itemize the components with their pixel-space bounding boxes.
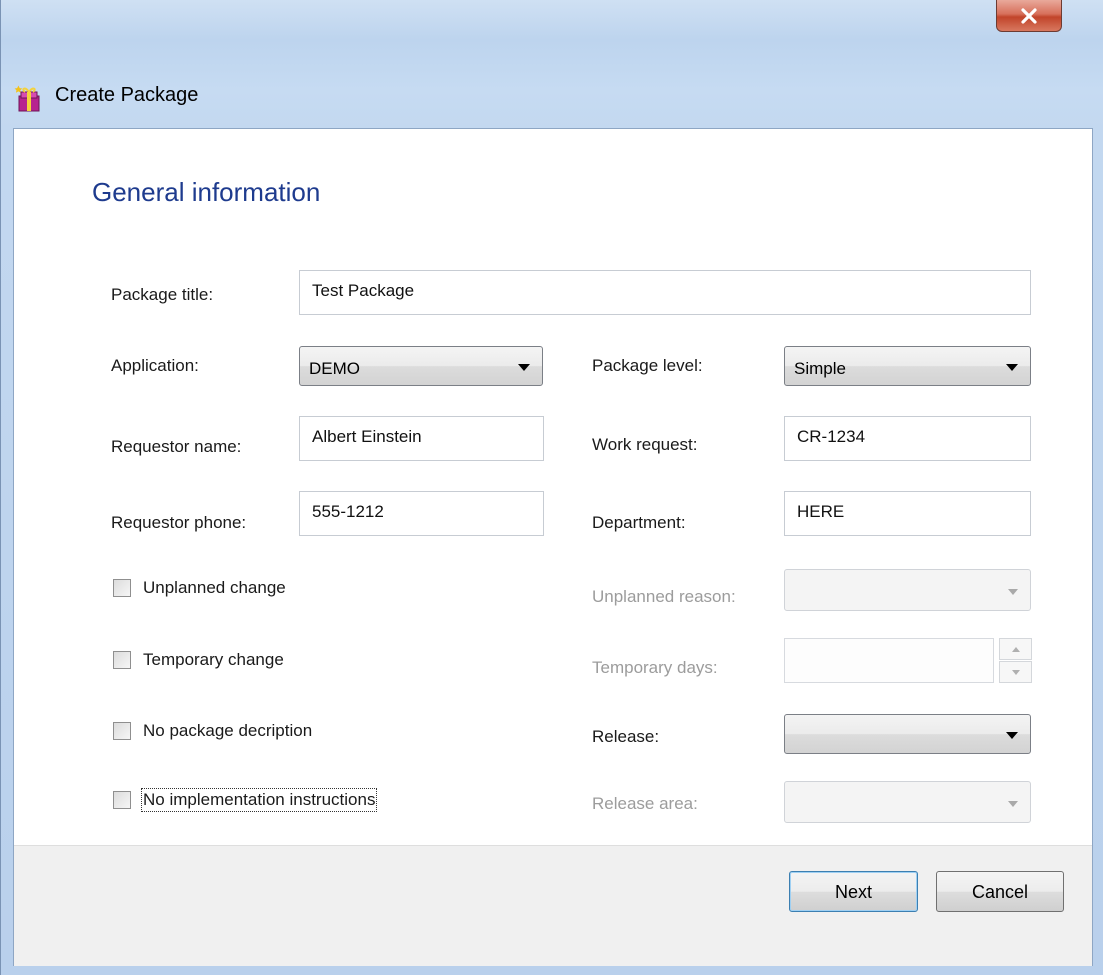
release-select[interactable] bbox=[784, 714, 1031, 754]
release-area-select[interactable] bbox=[784, 781, 1031, 823]
department-label: Department: bbox=[592, 513, 686, 532]
arrow-up-icon bbox=[1011, 646, 1020, 652]
create-package-dialog: Create Package General information Packa… bbox=[0, 0, 1103, 975]
package-title-label: Package title: bbox=[111, 285, 214, 304]
work-request-input[interactable]: CR-1234 bbox=[784, 416, 1031, 461]
no-implementation-instructions-checkbox[interactable] bbox=[113, 791, 131, 809]
dialog-footer: Next Cancel bbox=[14, 845, 1092, 966]
package-level-select[interactable]: Simple bbox=[784, 346, 1031, 386]
temporary-change-checkbox[interactable] bbox=[113, 651, 131, 669]
no-package-description-label[interactable]: No package decription bbox=[143, 721, 312, 741]
chevron-down-icon bbox=[1006, 732, 1018, 739]
temporary-days-label: Temporary days: bbox=[592, 658, 718, 677]
application-select[interactable]: DEMO bbox=[299, 346, 543, 386]
close-icon bbox=[1021, 7, 1037, 24]
unplanned-reason-select[interactable] bbox=[784, 569, 1031, 611]
window-title: Create Package bbox=[55, 84, 199, 106]
next-button[interactable]: Next bbox=[789, 871, 918, 912]
unplanned-change-label[interactable]: Unplanned change bbox=[143, 578, 286, 598]
requestor-phone-input[interactable]: 555-1212 bbox=[299, 491, 544, 536]
chevron-down-icon bbox=[1006, 364, 1018, 371]
unplanned-reason-label: Unplanned reason: bbox=[592, 587, 736, 606]
no-implementation-instructions-label[interactable]: No implementation instructions bbox=[140, 788, 378, 812]
spin-down-button[interactable] bbox=[999, 661, 1032, 683]
work-request-label: Work request: bbox=[592, 435, 698, 454]
section-heading: General information bbox=[92, 177, 321, 207]
spin-up-button[interactable] bbox=[999, 638, 1032, 660]
chevron-down-icon bbox=[1008, 801, 1018, 807]
chevron-down-icon bbox=[518, 364, 530, 371]
no-package-description-checkbox[interactable] bbox=[113, 722, 131, 740]
department-input[interactable]: HERE bbox=[784, 491, 1031, 536]
dialog-content: General information Package title: Test … bbox=[13, 128, 1093, 966]
temporary-days-spinner bbox=[999, 638, 1032, 683]
requestor-phone-label: Requestor phone: bbox=[111, 513, 247, 532]
package-title-input[interactable]: Test Package bbox=[299, 270, 1031, 315]
temporary-days-input[interactable] bbox=[784, 638, 994, 683]
requestor-name-label: Requestor name: bbox=[111, 437, 242, 456]
application-label: Application: bbox=[111, 356, 199, 375]
package-gift-icon bbox=[14, 85, 40, 112]
chevron-down-icon bbox=[1008, 589, 1018, 595]
temporary-change-label[interactable]: Temporary change bbox=[143, 650, 284, 670]
arrow-down-icon bbox=[1011, 669, 1020, 675]
requestor-name-input[interactable]: Albert Einstein bbox=[299, 416, 544, 461]
package-level-value: Simple bbox=[794, 359, 846, 378]
cancel-button[interactable]: Cancel bbox=[936, 871, 1064, 912]
unplanned-change-checkbox[interactable] bbox=[113, 579, 131, 597]
release-label: Release: bbox=[592, 727, 660, 746]
release-area-label: Release area: bbox=[592, 794, 698, 813]
package-level-label: Package level: bbox=[592, 356, 703, 375]
close-button[interactable] bbox=[996, 0, 1062, 32]
title-bar: Create Package bbox=[1, 0, 1103, 126]
application-value: DEMO bbox=[309, 359, 360, 378]
